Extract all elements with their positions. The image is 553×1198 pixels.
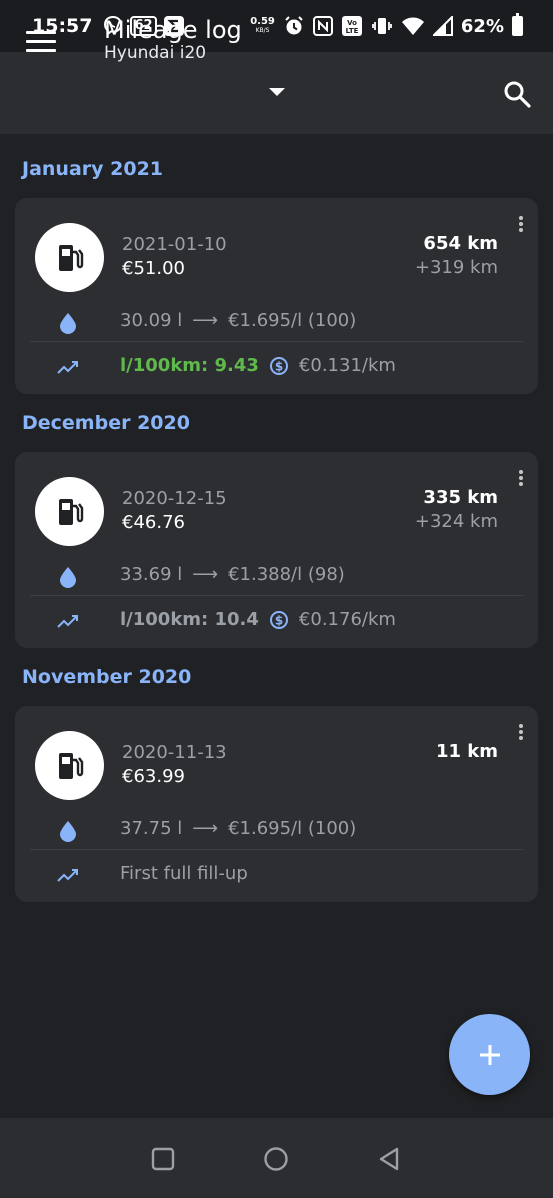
svg-text:Vo: Vo [347,19,357,27]
water-drop-icon [59,820,77,846]
vehicle-name: Hyundai i20 [104,43,207,63]
menu-button[interactable] [26,31,56,53]
fill-up-date: 2020-12-15 [122,488,227,509]
add-fill-up-button[interactable] [449,1014,530,1095]
fill-up-note: First full fill-up [120,863,248,884]
cost-per-km: €0.131/km [298,355,396,376]
fuel-efficiency: l/100km: 10.4 [120,609,259,630]
square-icon [151,1147,175,1171]
water-drop-icon [59,566,77,592]
fuel-volume: 33.69 l [120,564,183,585]
fuel-price: €1.388/l (98) [228,564,345,585]
arrow-icon: ⟶ [192,818,219,839]
odometer-reading: 11 km [435,741,498,762]
fill-up-cost: €46.76 [122,512,185,533]
status-bar: 15:57 62 0.59 KB/S Vo LTE 62% [0,0,553,52]
month-header-december-2020: December 2020 [22,412,190,434]
home-button[interactable] [263,1146,289,1172]
trending-up-icon [57,867,79,886]
vibrate-icon [371,15,393,37]
cost-per-km: €0.176/km [298,609,396,630]
add-icon [479,1044,500,1065]
fuel-pump-icon [35,731,104,800]
page-title: Mileage log [104,16,242,44]
fuel-pump-icon [35,477,104,546]
fuel-price: €1.695/l (100) [228,310,357,331]
dollar-coin-icon: $ [269,610,289,630]
divider [30,341,523,342]
fuel-price: €1.695/l (100) [228,818,357,839]
fuel-volume: 37.75 l [120,818,183,839]
efficiency-row: l/100km: 10.4 $ €0.176/km [120,609,396,630]
back-button[interactable] [376,1146,402,1172]
arrow-icon: ⟶ [192,564,219,585]
fill-up-cost: €63.99 [122,766,185,787]
vehicle-selector[interactable]: Mileage log Hyundai i20 [104,16,242,62]
recents-button[interactable] [150,1146,176,1172]
fill-up-card[interactable]: 2020-12-15 €46.76 335 km +324 km 33.69 l… [15,452,538,648]
fuel-volume: 30.09 l [120,310,183,331]
system-navigation-bar [0,1118,553,1198]
fuel-pump-icon [35,223,104,292]
divider [30,595,523,596]
search-button[interactable] [503,80,531,108]
back-triangle-icon [379,1147,399,1171]
nfc-icon [312,16,333,36]
distance-driven: +319 km [414,257,498,278]
fuel-efficiency: l/100km: 9.43 [120,355,259,376]
search-icon [504,81,531,108]
svg-text:$: $ [275,359,283,373]
distance-driven: +324 km [414,511,498,532]
network-speed: 0.59 KB/S [250,16,275,35]
circle-icon [264,1147,288,1171]
svg-text:LTE: LTE [345,27,358,35]
volume-price-row: 30.09 l ⟶ €1.695/l (100) [120,310,356,331]
efficiency-row: First full fill-up [120,863,248,884]
trending-up-icon [57,613,79,632]
fill-up-cost: €51.00 [122,258,185,279]
dropdown-arrow-icon[interactable] [269,88,285,96]
volume-price-row: 37.75 l ⟶ €1.695/l (100) [120,818,356,839]
more-options-button[interactable] [518,724,524,742]
volte-icon: Vo LTE [341,15,363,37]
odometer-reading: 335 km [423,487,498,508]
dollar-coin-icon: $ [269,356,289,376]
water-drop-icon [59,312,77,338]
signal-icon [432,16,453,36]
volume-price-row: 33.69 l ⟶ €1.388/l (98) [120,564,345,585]
divider [30,849,523,850]
wifi-icon [401,16,425,36]
month-header-november-2020: November 2020 [22,666,192,688]
menu-icon [26,31,56,34]
month-header-january-2021: January 2021 [22,158,164,180]
battery-icon [512,13,523,36]
more-options-button[interactable] [518,216,524,234]
fill-up-card[interactable]: 2020-11-13 €63.99 11 km 37.75 l ⟶ €1.695… [15,706,538,902]
arrow-icon: ⟶ [192,310,219,331]
fill-up-card[interactable]: 2021-01-10 €51.00 654 km +319 km 30.09 l… [15,198,538,394]
efficiency-row: l/100km: 9.43 $ €0.131/km [120,355,396,376]
trending-up-icon [57,359,79,378]
fill-up-date: 2020-11-13 [122,742,227,763]
fill-up-date: 2021-01-10 [122,234,227,255]
more-options-button[interactable] [518,470,524,488]
svg-text:$: $ [275,613,283,627]
odometer-reading: 654 km [423,233,498,254]
battery-percentage: 62% [460,15,504,37]
alarm-icon [283,15,305,37]
